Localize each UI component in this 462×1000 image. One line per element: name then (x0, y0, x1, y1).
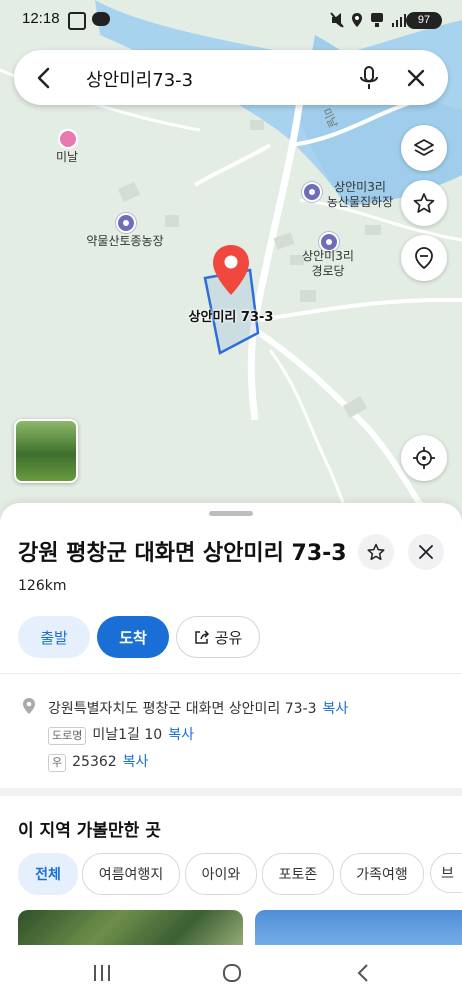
back-button[interactable] (28, 63, 58, 93)
nearby-place-button[interactable] (401, 235, 447, 281)
pin-label: 상안미리 73-3 (188, 310, 274, 325)
street-photo-thumbnail[interactable] (14, 419, 78, 483)
postal-code: 25362 (72, 754, 117, 770)
wifi-5g-icon (371, 13, 383, 27)
copy-address-button[interactable]: 복사 (323, 701, 349, 717)
chip-all[interactable]: 전체 (18, 853, 78, 895)
search-bar[interactable]: 상안미리73-3 (14, 50, 448, 105)
depart-label: 출발 (40, 628, 68, 647)
favorite-map-button[interactable] (401, 180, 447, 226)
nearby-section-title: 이 지역 가볼만한 곳 (18, 821, 161, 841)
star-icon (413, 193, 435, 213)
status-bar: 12:18 97 (0, 0, 462, 40)
arrive-button[interactable]: 도착 (97, 616, 169, 658)
address-full-line: 강원특별자치도 평창군 대화면 상안미리 73-3 복사 (48, 698, 348, 718)
section-divider (0, 673, 462, 674)
layers-icon (414, 139, 434, 156)
share-icon (194, 630, 209, 644)
close-sheet-button[interactable] (408, 534, 444, 570)
home-icon[interactable] (222, 963, 242, 983)
location-icon (352, 13, 362, 27)
road-address-tag: 도로명 (48, 727, 87, 745)
poi-minal-icon[interactable] (58, 129, 78, 149)
chip-summer-trip[interactable]: 여름여행지 (82, 853, 180, 895)
poi-farm-icon[interactable] (116, 213, 136, 233)
poi-collection-label[interactable]: 상안미3리 농산물집하장 (315, 180, 405, 210)
system-icons (330, 12, 407, 28)
copy-road-address-button[interactable]: 복사 (168, 727, 194, 743)
poi-farm-label[interactable]: 약물산토종농장 (70, 234, 180, 249)
mute-icon (330, 12, 344, 28)
address-full: 강원특별자치도 평창군 대화면 상안미리 73-3 (48, 701, 317, 717)
poi-seniorhall-label[interactable]: 상안미3리 경로당 (298, 249, 358, 279)
battery-level: 97 (417, 14, 431, 26)
poi-minal-label[interactable]: 미날 (45, 150, 89, 165)
notification-icons (68, 12, 110, 30)
signal-icon (392, 14, 406, 27)
chip-with-kids[interactable]: 아이와 (185, 853, 257, 895)
place-detail-sheet: 강원 평창군 대화면 상안미리 73-3 126km 출발 도착 공유 강원특별… (0, 503, 462, 950)
location-pin-icon (213, 245, 249, 295)
search-query[interactable]: 상안미리73-3 (86, 66, 193, 92)
chip-family-trip[interactable]: 가족여행 (340, 853, 424, 895)
my-location-button[interactable] (401, 435, 447, 481)
system-nav-bar (0, 945, 462, 1000)
distance: 126km (18, 578, 67, 594)
close-icon (407, 69, 425, 87)
copy-postal-button[interactable]: 복사 (123, 754, 149, 770)
close-icon (419, 545, 433, 559)
battery-indicator: 97 (406, 12, 442, 29)
nearby-card-image[interactable] (255, 910, 462, 950)
sheet-drag-handle[interactable] (209, 511, 253, 516)
chip-more[interactable]: 브 (430, 853, 462, 893)
road-address: 미날1길 10 (92, 727, 163, 743)
favorite-button[interactable] (358, 534, 394, 570)
back-nav-icon[interactable] (357, 964, 369, 982)
postal-code-line: 우 25362 복사 (48, 751, 148, 772)
crosshair-icon (413, 447, 435, 469)
map-layers-button[interactable] (401, 125, 447, 171)
status-time: 12:18 (22, 10, 60, 27)
place-marker-icon (415, 247, 433, 270)
screenshot-icon (68, 12, 86, 30)
share-label: 공유 (214, 628, 243, 647)
chip-photo-zone[interactable]: 포토존 (262, 853, 334, 895)
section-divider (0, 788, 462, 796)
clear-search-button[interactable] (401, 63, 431, 93)
postal-tag: 우 (48, 754, 67, 772)
voice-search-button[interactable] (354, 63, 384, 93)
recent-apps-icon[interactable] (93, 964, 111, 982)
talk-icon (92, 12, 110, 26)
address-pin-icon (23, 698, 35, 714)
share-button[interactable]: 공유 (176, 616, 260, 658)
depart-button[interactable]: 출발 (18, 616, 90, 658)
road-address-line: 도로명 미날1길 10 복사 (48, 724, 194, 745)
back-arrow-icon (37, 67, 50, 89)
star-icon (367, 543, 385, 561)
nearby-card-image[interactable] (18, 910, 243, 950)
microphone-icon (360, 66, 378, 89)
place-title: 강원 평창군 대화면 상안미리 73-3 (18, 541, 347, 566)
arrive-label: 도착 (119, 628, 147, 647)
